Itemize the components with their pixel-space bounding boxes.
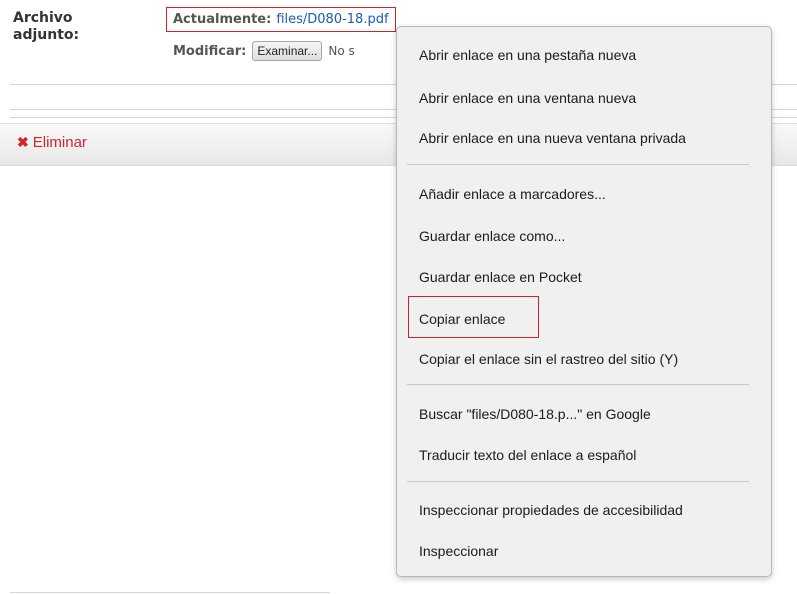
modify-label: Modificar: (173, 43, 247, 59)
menu-item-save-link-as[interactable]: Guardar enlace como... (419, 227, 565, 245)
modify-row: Modificar: Examinar... No s (173, 41, 355, 61)
copy-link-highlight (408, 296, 539, 338)
no-file-text: No s (328, 44, 355, 58)
menu-item-open-private-window[interactable]: Abrir enlace en una nueva ventana privad… (419, 129, 686, 147)
menu-item-save-to-pocket[interactable]: Guardar enlace en Pocket (419, 268, 582, 286)
divider (10, 592, 330, 593)
browse-button[interactable]: Examinar... (252, 41, 323, 61)
menu-separator (407, 164, 749, 165)
menu-item-copy-clean-link[interactable]: Copiar el enlace sin el rastreo del siti… (419, 350, 678, 368)
delete-link[interactable]: ✖ Eliminar (17, 134, 87, 151)
menu-separator (407, 481, 749, 482)
current-label: Actualmente: (173, 12, 272, 27)
menu-item-open-new-tab[interactable]: Abrir enlace en una pestaña nueva (419, 46, 636, 64)
menu-item-inspect-accessibility[interactable]: Inspeccionar propiedades de accesibilida… (419, 501, 683, 519)
menu-item-translate-link[interactable]: Traducir texto del enlace a español (419, 446, 636, 464)
x-icon: ✖ (17, 134, 29, 150)
menu-item-bookmark-link[interactable]: Añadir enlace a marcadores... (419, 185, 606, 203)
context-menu: Abrir enlace en una pestaña nueva Abrir … (396, 26, 772, 577)
menu-separator (407, 384, 749, 385)
delete-label: Eliminar (32, 134, 87, 151)
menu-item-open-new-window[interactable]: Abrir enlace en una ventana nueva (419, 89, 636, 107)
menu-item-search-google[interactable]: Buscar "files/D080-18.p..." en Google (419, 405, 651, 423)
attachment-label: Archivo adjunto: (13, 10, 93, 44)
current-file-link[interactable]: files/D080-18.pdf (276, 12, 388, 27)
menu-item-inspect[interactable]: Inspeccionar (419, 542, 498, 560)
attachment-label-text: Archivo adjunto: (13, 10, 80, 43)
current-file-row: Actualmente: files/D080-18.pdf (166, 7, 396, 32)
